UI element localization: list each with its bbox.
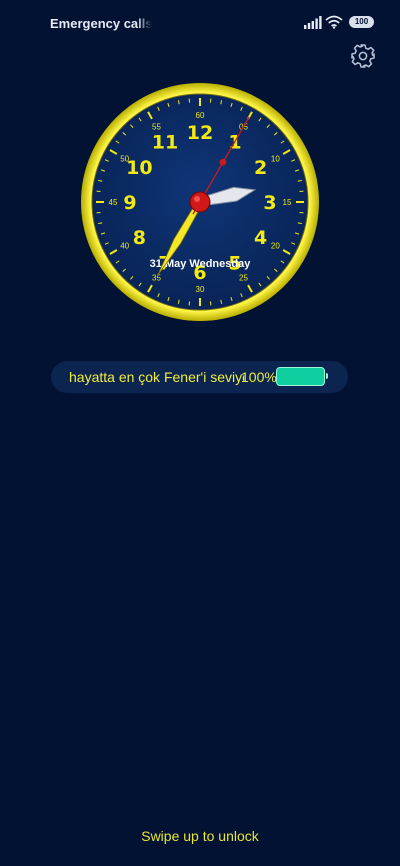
clock-hour-numeral: 11: [152, 131, 178, 153]
clock-hour-numeral: 8: [133, 227, 146, 249]
gear-icon: [351, 44, 375, 68]
clock-minute-label: 45: [109, 198, 118, 207]
battery-status-pill: hayatta en çok Fener'i seviyorum 100%: [51, 361, 348, 393]
clock-hour-numeral: 9: [123, 192, 136, 214]
clock-minute-label: 15: [283, 198, 292, 207]
settings-button[interactable]: [349, 42, 377, 70]
clock-hour-numeral: 2: [254, 157, 267, 179]
analog-clock: 600510152025303540455055 121234567891011…: [80, 82, 320, 322]
battery-icon: [276, 367, 328, 386]
clock-minute-label: 55: [152, 123, 161, 132]
clock-face: 600510152025303540455055 121234567891011…: [81, 83, 319, 321]
clock-center-hub: [189, 191, 211, 213]
clock-minute-label: 30: [196, 285, 205, 294]
clock-hour-numeral: 4: [254, 227, 267, 249]
clock-minute-label: 20: [271, 242, 280, 251]
signal-icon: [304, 16, 322, 29]
status-bar: Emergency calls only 100: [0, 0, 400, 46]
clock-minute-label: 35: [152, 273, 161, 282]
clock-hour-numeral: 12: [187, 122, 213, 144]
clock-minute-label: 10: [271, 155, 280, 164]
battery-level-badge: 100: [349, 16, 374, 28]
battery-percent: 100%: [241, 369, 277, 385]
battery-pill-message: hayatta en çok Fener'i seviyorum: [69, 369, 244, 385]
wifi-icon: [325, 15, 343, 29]
clock-hour-numeral: 3: [263, 192, 276, 214]
clock-minute-label: 25: [239, 273, 248, 282]
clock-minute-label: 40: [120, 242, 129, 251]
clock-minute-label: 60: [196, 111, 205, 120]
clock-hour-numeral: 10: [126, 157, 152, 179]
swipe-up-hint[interactable]: Swipe up to unlock: [0, 828, 400, 844]
carrier-status-text: Emergency calls only: [50, 16, 152, 31]
